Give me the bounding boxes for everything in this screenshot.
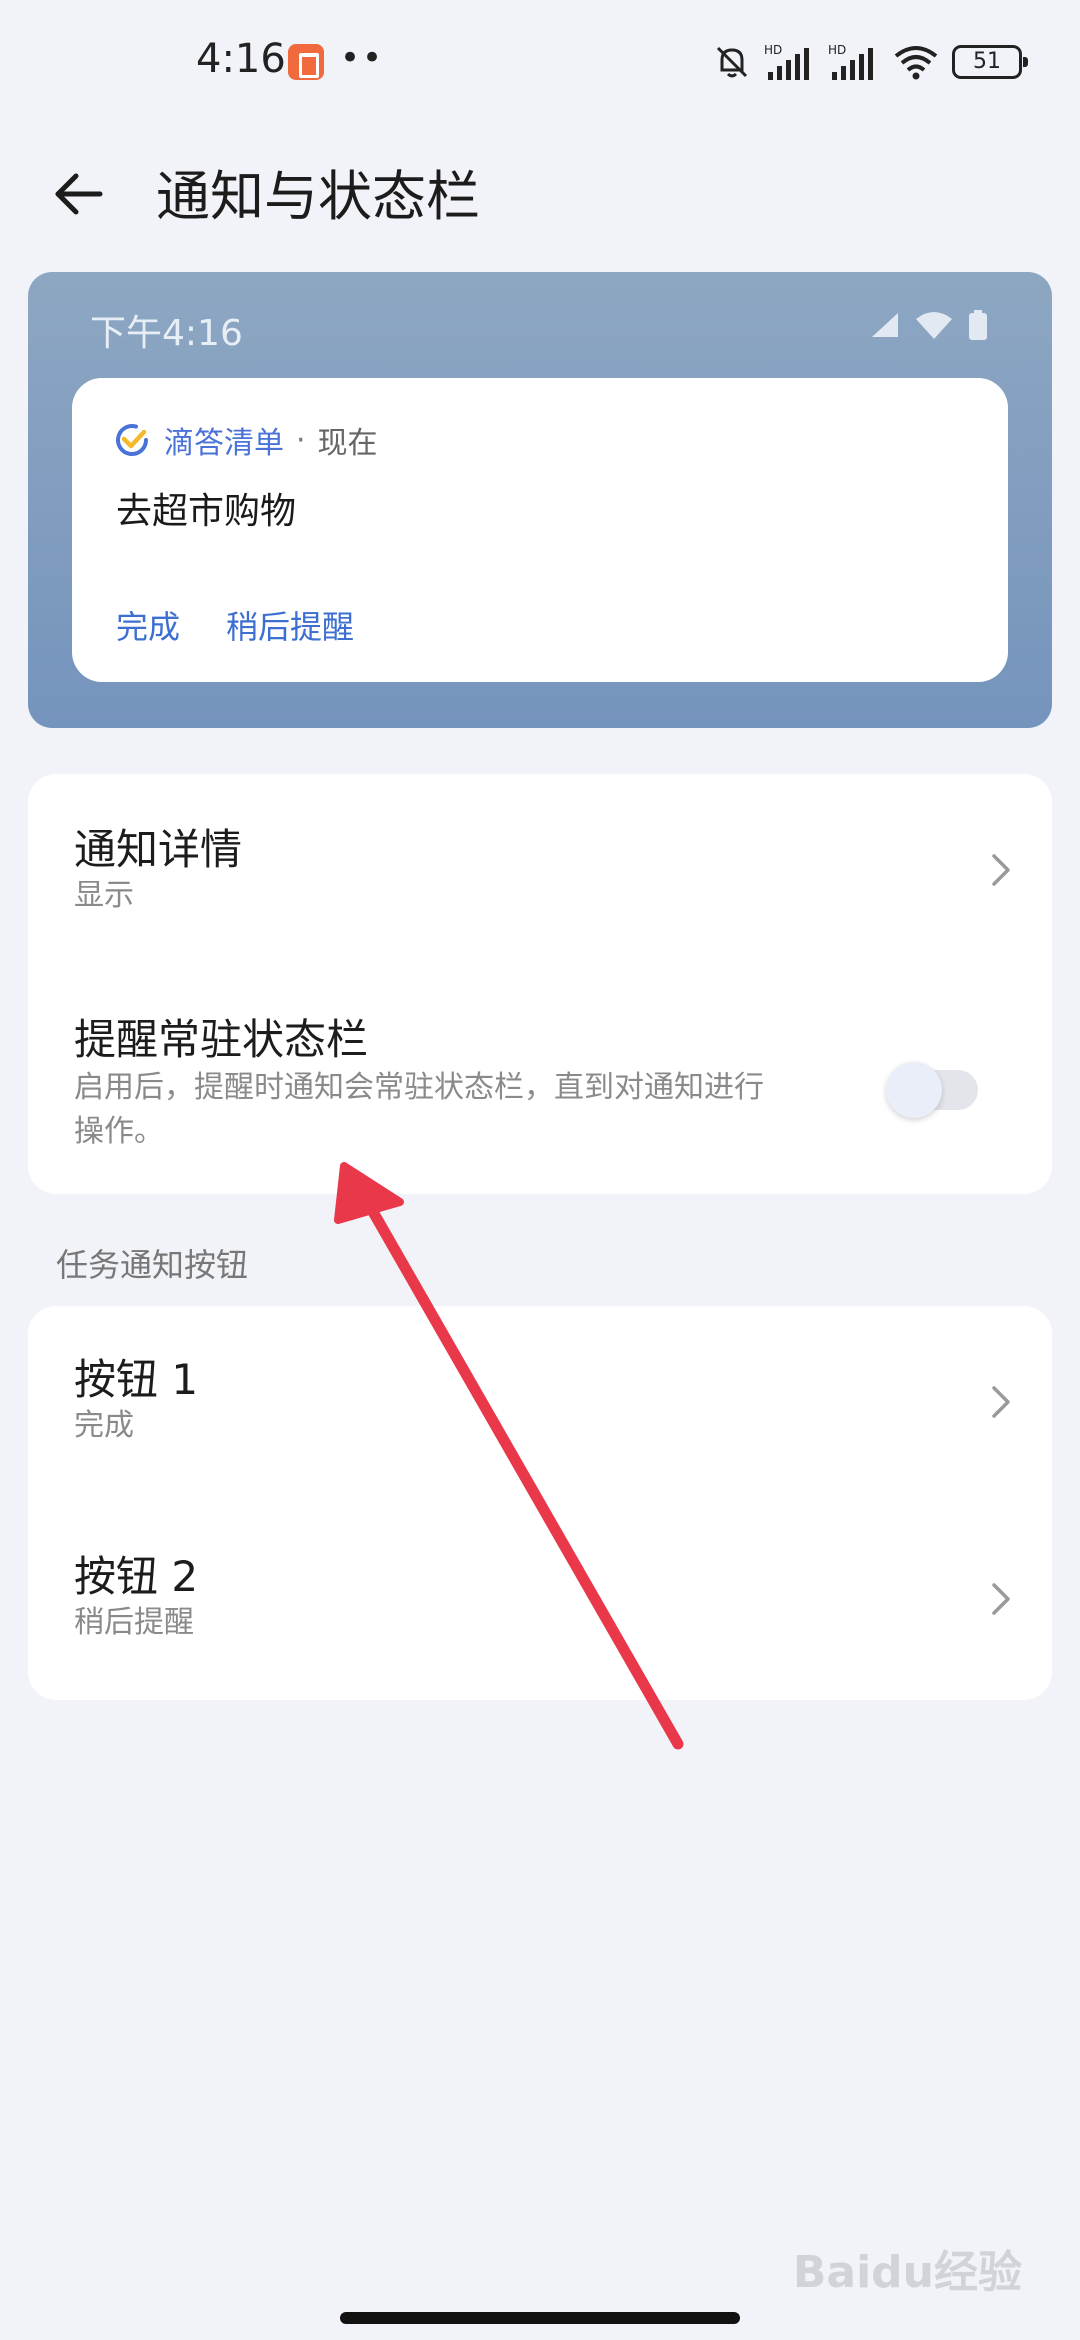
notification-header: 滴答清单 · 现在 <box>112 418 378 462</box>
mute-bell-icon <box>712 42 752 82</box>
notification-details-value: 显示 <box>74 878 134 913</box>
battery-icon: 51 <box>952 45 1028 79</box>
preview-time: 下午4:16 <box>90 313 243 354</box>
button2-row[interactable]: 按钮 2 稍后提醒 <box>28 1503 1052 1700</box>
svg-text:HD: HD <box>828 43 846 57</box>
chevron-right-icon <box>992 854 1010 886</box>
status-time: 4:16 <box>196 36 286 82</box>
watermark: Baidu经验 <box>792 2247 1022 2298</box>
preview-battery-icon <box>969 310 987 340</box>
button2-value: 稍后提醒 <box>74 1605 194 1640</box>
wifi-icon <box>892 42 940 82</box>
preview-status-icons <box>870 310 988 340</box>
notification-details-row[interactable]: 通知详情 显示 <box>28 774 1052 964</box>
app-header: 通知与状态栏 <box>0 124 1080 284</box>
notification-app-name: 滴答清单 <box>164 426 284 461</box>
pin-status-bar-title: 提醒常驻状态栏 <box>74 1015 369 1064</box>
back-arrow-icon <box>55 173 103 215</box>
notification-time: 现在 <box>317 426 378 461</box>
button1-title: 按钮 1 <box>74 1355 199 1404</box>
notification-done-button[interactable]: 完成 <box>116 602 180 648</box>
dida-checklist-icon <box>116 424 148 456</box>
preview-signal-icon <box>872 313 898 337</box>
button1-row[interactable]: 按钮 1 完成 <box>28 1306 1052 1503</box>
notification-settings-group: 通知详情 显示 提醒常驻状态栏 启用后，提醒时通知会常驻状态栏，直到对通知进行 … <box>28 774 1052 1194</box>
app-notification-icon <box>288 44 324 80</box>
preview-wifi-icon <box>916 312 952 339</box>
notification-details-title: 通知详情 <box>74 825 243 874</box>
notification-preview: 下午4:16 滴答清单 · 现在 去超市购物 完成 稍后提醒 <box>28 272 1052 728</box>
button1-value: 完成 <box>74 1408 134 1443</box>
pin-status-bar-desc-line2: 操作。 <box>74 1114 164 1149</box>
more-notifications-dots: •• <box>340 38 385 78</box>
signal-hd-icon: HD <box>764 42 816 82</box>
notification-text: 去超市购物 <box>116 491 297 532</box>
notification-snooze-button[interactable]: 稍后提醒 <box>226 602 354 648</box>
notification-separator: · <box>296 422 306 458</box>
chevron-right-icon <box>992 1583 1010 1615</box>
signal-hd-icon-2: HD <box>828 42 880 82</box>
toggle-knob <box>886 1062 942 1118</box>
svg-text:HD: HD <box>764 43 782 57</box>
notification-actions: 完成 稍后提醒 <box>116 602 354 648</box>
pin-status-bar-toggle[interactable] <box>886 1062 978 1118</box>
notification-card[interactable]: 滴答清单 · 现在 去超市购物 完成 稍后提醒 <box>72 378 1008 682</box>
section-label-task-buttons: 任务通知按钮 <box>56 1246 249 1284</box>
home-indicator[interactable] <box>340 2312 740 2324</box>
pin-status-bar-row[interactable]: 提醒常驻状态栏 启用后，提醒时通知会常驻状态栏，直到对通知进行 操作。 <box>28 964 1052 1194</box>
status-bar: 4:16 •• HD HD 51 <box>0 0 1080 124</box>
chevron-right-icon <box>992 1386 1010 1418</box>
button2-title: 按钮 2 <box>74 1552 199 1601</box>
pin-status-bar-desc-line1: 启用后，提醒时通知会常驻状态栏，直到对通知进行 <box>74 1070 764 1105</box>
page-title: 通知与状态栏 <box>156 165 480 228</box>
back-button[interactable] <box>44 152 116 224</box>
task-buttons-group: 按钮 1 完成 按钮 2 稍后提醒 <box>28 1306 1052 1700</box>
status-icons: HD HD 51 <box>712 34 1028 90</box>
